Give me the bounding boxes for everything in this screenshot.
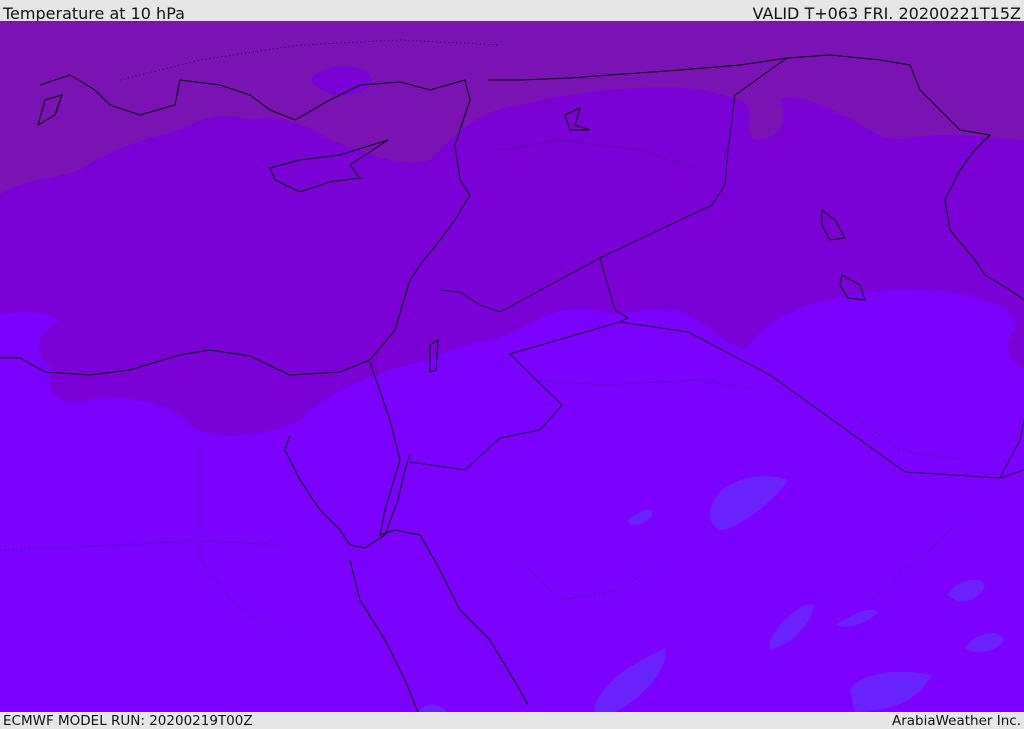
header-bar: Temperature at 10 hPa VALID T+063 FRI. 2… <box>0 0 1024 23</box>
credit: ArabiaWeather Inc. <box>891 713 1021 729</box>
model-run: ECMWF MODEL RUN: 20200219T00Z <box>3 713 253 729</box>
temperature-map <box>0 21 1024 712</box>
footer-bar: ECMWF MODEL RUN: 20200219T00Z ArabiaWeat… <box>0 712 1024 729</box>
